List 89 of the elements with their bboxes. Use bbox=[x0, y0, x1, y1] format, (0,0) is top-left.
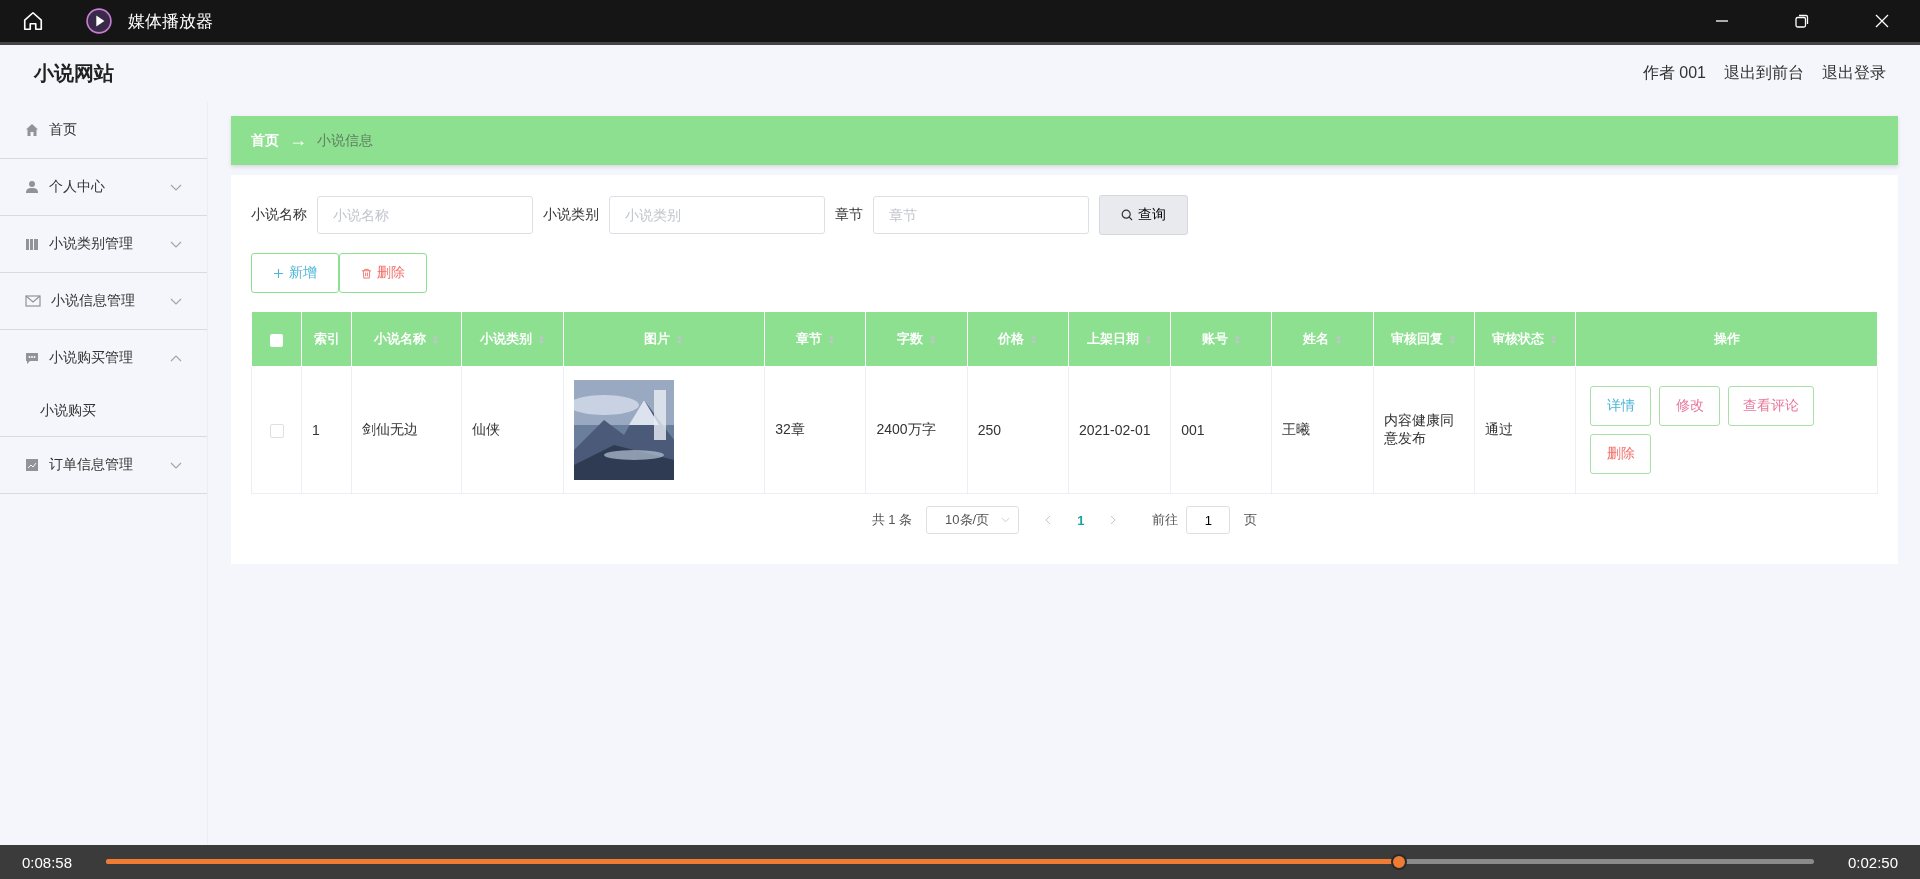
column-header: 索引 bbox=[301, 311, 352, 367]
goto-label: 前往 bbox=[1152, 511, 1179, 529]
delete-button[interactable]: 删除 bbox=[339, 253, 427, 293]
page-number[interactable]: 1 bbox=[1065, 512, 1097, 528]
filter-label: 章节 bbox=[835, 206, 863, 224]
search-icon bbox=[1121, 209, 1133, 221]
user-name: 作者 001 bbox=[1642, 63, 1706, 83]
search-button[interactable]: 查询 bbox=[1099, 195, 1188, 235]
sort-icon[interactable] bbox=[676, 333, 684, 345]
sort-icon[interactable] bbox=[1145, 333, 1153, 345]
sort-icon[interactable] bbox=[432, 333, 440, 345]
remaining-time: 0:02:50 bbox=[1847, 853, 1898, 871]
window-title: 媒体播放器 bbox=[128, 10, 213, 33]
header-link[interactable]: 退出登录 bbox=[1822, 63, 1886, 84]
menu-item[interactable]: 订单信息管理 bbox=[49, 456, 133, 474]
column-header[interactable]: 审核回复 bbox=[1373, 311, 1475, 367]
home-icon[interactable] bbox=[22, 10, 44, 32]
chart-icon bbox=[25, 458, 39, 472]
restore-icon[interactable] bbox=[1794, 13, 1810, 29]
trash-icon bbox=[361, 267, 372, 279]
user-icon bbox=[25, 180, 39, 194]
menu-item[interactable]: 小说信息管理 bbox=[51, 292, 135, 310]
table-cell: 仙侠 bbox=[472, 421, 501, 437]
column-header[interactable]: 字数 bbox=[865, 311, 968, 367]
sort-icon[interactable] bbox=[1030, 333, 1038, 345]
menu-item[interactable]: 小说类别管理 bbox=[49, 235, 133, 253]
edit-button[interactable]: 修改 bbox=[1659, 386, 1721, 426]
mail-icon bbox=[25, 294, 41, 308]
total-count: 共 1 条 bbox=[871, 511, 913, 529]
page-size-select[interactable]: 10条/页 bbox=[926, 506, 1020, 534]
table-cell: 王曦 bbox=[1282, 421, 1311, 437]
books-icon bbox=[25, 237, 39, 251]
next-page-icon[interactable] bbox=[1110, 515, 1117, 525]
menu-item[interactable]: 首页 bbox=[49, 121, 77, 139]
sort-icon[interactable] bbox=[538, 333, 546, 345]
menu-item[interactable]: 小说购买管理 bbox=[49, 349, 133, 367]
filter-field[interactable]: 小说类别 bbox=[609, 196, 825, 234]
comments-button[interactable]: 查看评论 bbox=[1728, 386, 1815, 426]
filter-field[interactable]: 小说名称 bbox=[317, 196, 533, 234]
breadcrumb-item[interactable]: 首页 bbox=[251, 131, 279, 150]
goto-suffix: 页 bbox=[1244, 511, 1258, 529]
column-header[interactable]: 价格 bbox=[967, 311, 1069, 367]
breadcrumb-item: 小说信息 bbox=[317, 131, 373, 150]
close-icon[interactable] bbox=[1874, 13, 1890, 29]
delete-button[interactable]: 删除 bbox=[1590, 434, 1652, 474]
chat-icon bbox=[25, 351, 39, 365]
table-cell: 32章 bbox=[775, 421, 805, 437]
menu-item[interactable]: 个人中心 bbox=[49, 178, 105, 196]
breadcrumb-separator: → bbox=[289, 130, 307, 151]
header-link[interactable]: 退出到前台 bbox=[1724, 63, 1804, 84]
prev-page-icon[interactable] bbox=[1045, 515, 1052, 525]
table-cell: 剑仙无边 bbox=[362, 421, 419, 437]
column-header[interactable]: 小说名称 bbox=[351, 311, 462, 367]
column-header: 操作 bbox=[1575, 311, 1878, 367]
column-header[interactable]: 审核状态 bbox=[1474, 311, 1576, 367]
table-cell: 2400万字 bbox=[876, 421, 936, 437]
table-cell: 2021-02-01 bbox=[1078, 422, 1151, 438]
table-cell: 250 bbox=[977, 422, 1002, 438]
elapsed-time: 0:08:58 bbox=[22, 853, 73, 871]
site-title: 小说网站 bbox=[34, 61, 114, 86]
column-header[interactable]: 图片 bbox=[563, 311, 765, 367]
table-cell: 通过 bbox=[1484, 421, 1513, 437]
chevron-down-icon bbox=[1001, 517, 1011, 523]
details-button[interactable]: 详情 bbox=[1590, 386, 1652, 426]
column-header[interactable]: 上架日期 bbox=[1068, 311, 1171, 367]
sort-icon[interactable] bbox=[929, 333, 937, 345]
table-cell: 001 bbox=[1181, 422, 1205, 438]
table-cell: 内容健康同意发布 bbox=[1383, 412, 1454, 446]
sort-icon[interactable] bbox=[827, 333, 835, 345]
sort-icon[interactable] bbox=[1449, 333, 1457, 345]
column-header[interactable]: 章节 bbox=[764, 311, 866, 367]
table-cell: 1 bbox=[312, 422, 320, 438]
play-icon bbox=[86, 8, 112, 34]
filter-label: 小说名称 bbox=[251, 206, 307, 224]
add-button[interactable]: 新增 bbox=[251, 253, 339, 293]
checkbox[interactable] bbox=[270, 333, 284, 347]
filter-label: 小说类别 bbox=[543, 206, 599, 224]
sort-icon[interactable] bbox=[1335, 333, 1342, 345]
submenu-item[interactable]: 小说购买 bbox=[40, 402, 96, 420]
page-input[interactable]: 1 bbox=[1186, 506, 1231, 534]
home-icon bbox=[25, 123, 39, 137]
filter-field[interactable]: 章节 bbox=[873, 196, 1089, 234]
plus-icon bbox=[273, 267, 284, 279]
column-header[interactable]: 小说类别 bbox=[462, 311, 564, 367]
column-header[interactable]: 姓名 bbox=[1271, 311, 1374, 367]
sort-icon[interactable] bbox=[1550, 333, 1558, 345]
checkbox[interactable] bbox=[269, 424, 284, 439]
sort-icon[interactable] bbox=[1233, 333, 1241, 345]
column-header[interactable]: 账号 bbox=[1170, 311, 1272, 367]
